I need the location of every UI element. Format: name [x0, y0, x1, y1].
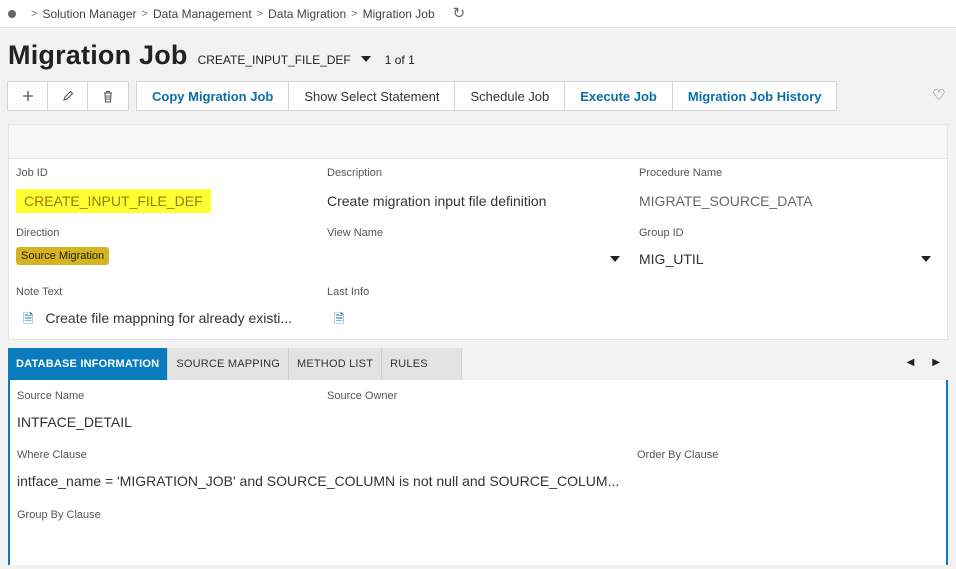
where-clause-field: Where Clause intface_name = 'MIGRATION_J…: [17, 449, 619, 489]
description-label: Description: [327, 167, 383, 179]
note-text-field: Note Text 🗎 Create file mappning for alr…: [16, 286, 292, 332]
tab-source-mapping[interactable]: SOURCE MAPPING: [168, 348, 289, 380]
refresh-icon[interactable]: ↻: [453, 6, 466, 21]
group-by-clause-label: Group By Clause: [17, 509, 101, 521]
job-id-value: CREATE_INPUT_FILE_DEF: [16, 189, 211, 213]
crud-button-group: [7, 81, 129, 111]
delete-record-button[interactable]: [88, 82, 128, 110]
group-by-clause-field: Group By Clause: [17, 509, 101, 531]
tab-database-information[interactable]: DATABASE INFORMATION: [8, 348, 169, 380]
note-text-label: Note Text: [16, 286, 63, 298]
action-button-group: Copy Migration Job Show Select Statement…: [136, 81, 838, 111]
view-name-field[interactable]: View Name: [327, 227, 623, 249]
breadcrumb-bar: > Solution Manager > Data Management > D…: [0, 0, 956, 28]
chevron-right-icon: >: [351, 7, 358, 20]
record-count: 1 of 1: [384, 53, 415, 67]
execute-job-button[interactable]: Execute Job: [565, 82, 673, 110]
breadcrumb-item-data-migration[interactable]: Data Migration: [268, 7, 346, 21]
breadcrumb-item-solution-manager[interactable]: Solution Manager: [42, 7, 136, 21]
source-owner-field: Source Owner: [327, 390, 397, 412]
trash-icon: [104, 90, 112, 103]
tab-rules[interactable]: RULES: [382, 348, 463, 380]
card-header: [9, 125, 947, 159]
new-record-button[interactable]: [8, 82, 48, 110]
breadcrumb-item-migration-job: Migration Job: [362, 6, 435, 21]
note-text-value: Create file mappning for already existi.…: [45, 310, 293, 326]
page-title: Migration Job: [8, 40, 188, 70]
home-icon[interactable]: [8, 9, 16, 18]
group-id-value: MIG_UTIL: [639, 251, 704, 267]
view-name-dropdown-icon[interactable]: [610, 256, 620, 262]
procedure-name-value: MIGRATE_SOURCE_DATA: [639, 193, 813, 209]
source-name-label: Source Name: [17, 390, 85, 402]
procedure-name-field: Procedure Name MIGRATE_SOURCE_DATA: [639, 167, 812, 209]
command-toolbar: Copy Migration Job Show Select Statement…: [7, 81, 838, 111]
tab-scroll-left-icon[interactable]: ◀: [907, 357, 915, 368]
procedure-name-label: Procedure Name: [639, 167, 723, 179]
tab-method-list[interactable]: METHOD LIST: [288, 348, 383, 380]
direction-field: Direction Source Migration: [16, 227, 110, 265]
record-selector[interactable]: CREATE_INPUT_FILE_DEF: [198, 53, 351, 67]
source-owner-label: Source Owner: [327, 390, 398, 402]
chevron-right-icon: >: [141, 7, 148, 20]
source-name-value: INTFACE_DETAIL: [17, 414, 132, 430]
last-info-note-icon[interactable]: 🗎: [334, 311, 344, 326]
breadcrumb-item-data-management[interactable]: Data Management: [153, 7, 252, 21]
direction-label: Direction: [16, 227, 60, 239]
view-name-label: View Name: [327, 227, 384, 239]
where-clause-value: intface_name = 'MIGRATION_JOB' and SOURC…: [17, 473, 620, 489]
favorite-heart-icon[interactable]: ♡: [932, 86, 945, 104]
group-id-field[interactable]: Group ID MIG_UTIL: [639, 227, 935, 267]
source-name-field: Source Name INTFACE_DETAIL: [17, 390, 132, 430]
last-info-field: Last Info 🗎: [327, 286, 369, 332]
page-header: Migration Job CREATE_INPUT_FILE_DEF 1 of…: [8, 40, 415, 74]
tab-scroll-arrows: ◀ ▶: [907, 357, 940, 368]
chevron-right-icon: >: [256, 7, 264, 20]
job-id-field: Job ID CREATE_INPUT_FILE_DEF: [16, 167, 211, 213]
pencil-icon: [62, 90, 73, 101]
migration-job-history-button[interactable]: Migration Job History: [672, 82, 837, 110]
caret-down-icon[interactable]: [360, 56, 371, 62]
note-icon[interactable]: 🗎: [23, 311, 33, 326]
job-id-label: Job ID: [16, 167, 48, 179]
copy-migration-job-button[interactable]: Copy Migration Job: [137, 82, 290, 110]
direction-badge: Source Migration: [16, 247, 110, 265]
group-id-label: Group ID: [639, 227, 684, 239]
edit-record-button[interactable]: [48, 82, 88, 110]
database-information-panel: Source Name INTFACE_DETAIL Source Owner …: [8, 380, 948, 565]
detail-tabs: DATABASE INFORMATION SOURCE MAPPING METH…: [8, 348, 948, 380]
order-by-clause-field: Order By Clause: [637, 449, 718, 471]
where-clause-label: Where Clause: [17, 449, 87, 461]
chevron-right-icon: >: [31, 7, 38, 20]
plus-icon: [22, 91, 33, 101]
show-select-statement-button[interactable]: Show Select Statement: [289, 82, 456, 110]
description-value: Create migration input file definition: [327, 193, 547, 209]
tab-scroll-right-icon[interactable]: ▶: [932, 357, 940, 368]
schedule-job-button[interactable]: Schedule Job: [455, 82, 566, 110]
job-detail-card: Job ID CREATE_INPUT_FILE_DEF Description…: [8, 124, 948, 340]
group-id-dropdown-icon[interactable]: [921, 256, 931, 262]
last-info-label: Last Info: [327, 286, 370, 298]
description-field: Description Create migration input file …: [327, 167, 546, 209]
order-by-clause-label: Order By Clause: [637, 449, 719, 461]
